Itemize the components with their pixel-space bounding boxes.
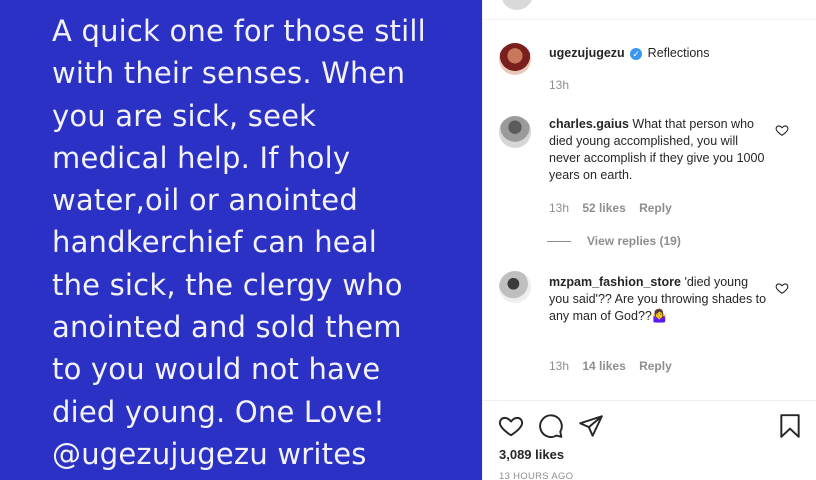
post-timestamp[interactable]: 13 HOURS AGO <box>499 471 573 480</box>
image-text-line: anointed and sold them <box>52 310 402 345</box>
post-image-text: A quick one for those still with their s… <box>52 10 472 475</box>
caption-text: ugezujugezu ✓ Reflections <box>549 45 771 62</box>
comment-meta: 13h 52 likes Reply <box>549 201 682 215</box>
avatar[interactable] <box>499 271 531 303</box>
image-text-line: you are sick, seek <box>52 98 317 133</box>
header-avatar[interactable] <box>501 0 533 10</box>
post-likes-count[interactable]: 3,089 likes <box>499 447 564 462</box>
comments-panel: ugezujugezu ✓ Reflections 13h charles.ga… <box>482 0 816 480</box>
caption-time[interactable]: 13h <box>549 78 569 92</box>
comment-likes[interactable]: 14 likes <box>582 359 625 373</box>
caption-meta: 13h <box>549 78 579 92</box>
heart-icon[interactable] <box>775 123 789 137</box>
caption-username[interactable]: ugezujugezu <box>549 46 625 60</box>
view-replies-label: View replies (19) <box>587 234 681 248</box>
image-text-line: @ugezujugezu writes <box>52 436 367 471</box>
comment-likes[interactable]: 52 likes <box>582 201 625 215</box>
comment-text: charles.gaius What that person who died … <box>549 116 771 184</box>
image-text-line: to you would not have <box>52 352 381 387</box>
verified-badge-icon: ✓ <box>630 48 643 60</box>
reply-button[interactable]: Reply <box>639 359 672 373</box>
heart-icon[interactable] <box>498 413 524 439</box>
image-text-line: the sick, the clergy who <box>52 267 403 302</box>
image-text-line: A quick one for those still <box>52 14 426 48</box>
comments-list[interactable]: ugezujugezu ✓ Reflections 13h charles.ga… <box>483 21 816 400</box>
image-text-line: handkerchief can heal <box>52 225 378 260</box>
view-replies-dash <box>547 241 571 243</box>
view-replies-button[interactable]: View replies (19) <box>547 234 681 248</box>
comment-text: mzpam_fashion_store 'died young you said… <box>549 274 771 325</box>
comment-username[interactable]: charles.gaius <box>549 117 629 131</box>
image-text-line: died young. One Love! <box>52 394 385 429</box>
avatar[interactable] <box>499 116 531 148</box>
avatar[interactable] <box>499 43 531 75</box>
comment-username[interactable]: mzpam_fashion_store <box>549 275 681 289</box>
comment-meta: 13h 14 likes Reply <box>549 359 682 373</box>
reply-button[interactable]: Reply <box>639 201 672 215</box>
paper-plane-icon[interactable] <box>578 413 604 439</box>
comment-time[interactable]: 13h <box>549 201 569 215</box>
image-text-line: water,oil or anointed <box>52 183 358 218</box>
action-bar: 3,089 likes 13 HOURS AGO <box>483 400 816 480</box>
image-text-line: medical help. If holy <box>52 140 351 175</box>
post-image: A quick one for those still with their s… <box>0 0 482 480</box>
comment-bubble-icon[interactable] <box>538 413 564 439</box>
heart-icon[interactable] <box>775 281 789 295</box>
caption-body: Reflections <box>647 46 710 60</box>
post-header <box>483 0 816 20</box>
comment-time[interactable]: 13h <box>549 359 569 373</box>
image-text-line: with their senses. When <box>52 56 406 91</box>
bookmark-icon[interactable] <box>777 413 803 439</box>
